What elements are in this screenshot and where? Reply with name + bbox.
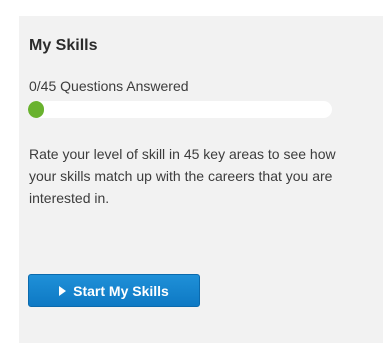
- progress-bar-fill: [28, 101, 44, 118]
- start-my-skills-button[interactable]: Start My Skills: [28, 274, 200, 307]
- start-my-skills-label: Start My Skills: [73, 282, 169, 299]
- panel-title: My Skills: [29, 37, 98, 54]
- play-icon: [59, 285, 67, 296]
- progress-bar: [28, 101, 332, 118]
- skills-description: Rate your level of skill in 45 key areas…: [29, 146, 336, 206]
- progress-status-text: 0/45 Questions Answered: [29, 78, 189, 94]
